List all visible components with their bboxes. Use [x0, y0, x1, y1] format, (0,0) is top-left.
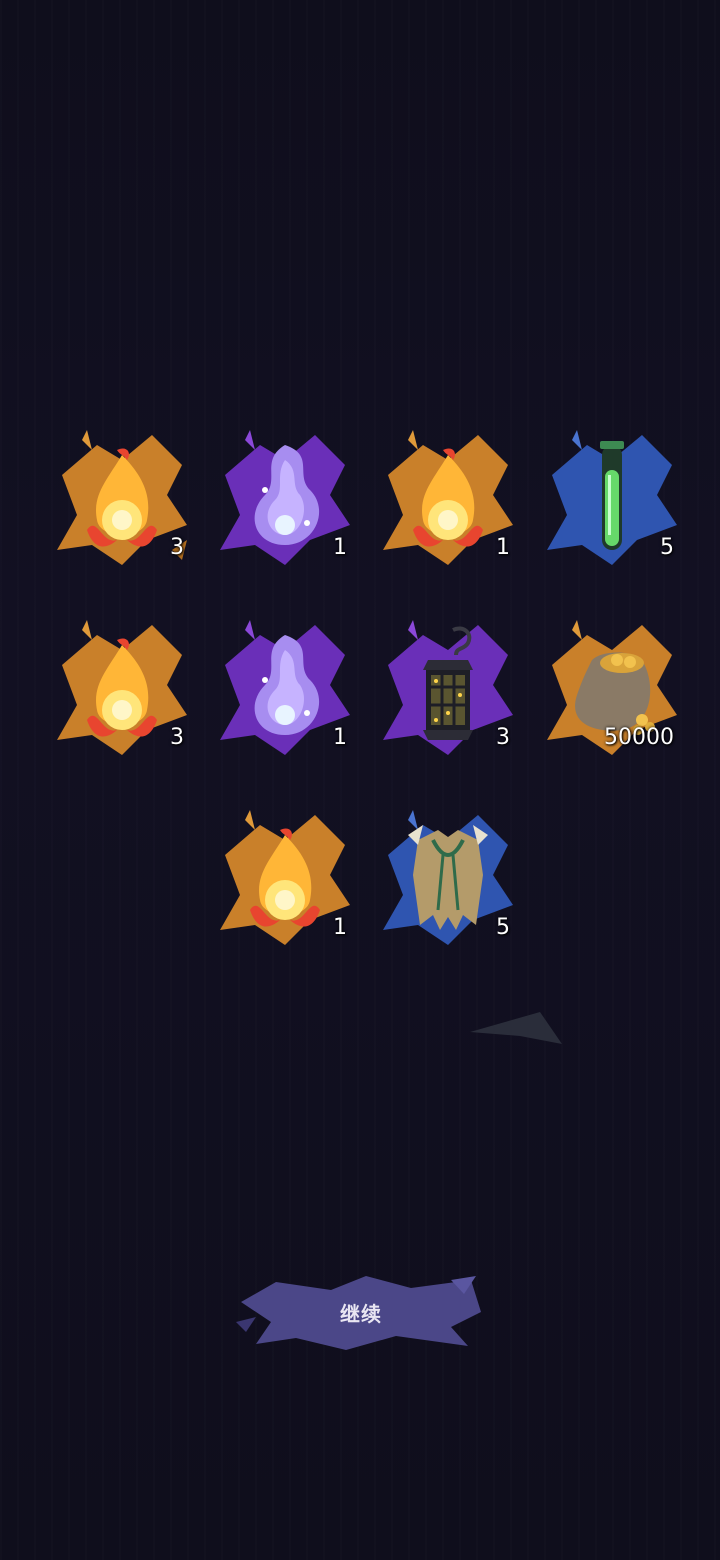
reward-count: 5: [660, 535, 674, 560]
reward-slot-tattered-cloak[interactable]: 5: [378, 805, 518, 945]
continue-button-label: 继续: [340, 1301, 382, 1326]
reward-count: 50000: [604, 725, 674, 750]
reward-slot-spirit-wisp[interactable]: 1: [215, 615, 355, 755]
fire-orb-icon: [87, 448, 157, 547]
reward-slot-fire-orb[interactable]: 1: [215, 805, 355, 945]
reward-count: 5: [496, 915, 510, 940]
tattered-cloak-icon: [408, 825, 488, 930]
reward-slot-spirit-wisp[interactable]: 1: [215, 425, 355, 565]
iron-lantern-icon: [423, 626, 473, 740]
continue-button[interactable]: 继续: [236, 1272, 486, 1352]
reward-grid: 3 1 1 5 3 1 3 50000 1 5: [0, 0, 720, 1000]
reward-count: 1: [333, 535, 347, 560]
fire-orb-icon: [87, 638, 157, 737]
reward-slot-fire-orb[interactable]: 3: [52, 425, 192, 565]
green-vial-icon: [600, 441, 624, 550]
reward-slot-fire-orb[interactable]: 1: [378, 425, 518, 565]
spirit-wisp-icon: [254, 445, 320, 545]
decorative-shard: [470, 1012, 562, 1044]
reward-slot-gold-coin-sack[interactable]: 50000: [542, 615, 682, 755]
reward-slot-fire-orb[interactable]: 3: [52, 615, 192, 755]
reward-slot-iron-lantern[interactable]: 3: [378, 615, 518, 755]
reward-count: 3: [170, 725, 184, 750]
reward-count: 1: [496, 535, 510, 560]
reward-slot-green-vial[interactable]: 5: [542, 425, 682, 565]
spirit-wisp-icon: [254, 635, 320, 735]
reward-count: 1: [333, 915, 347, 940]
fire-orb-icon: [250, 828, 320, 927]
reward-count: 1: [333, 725, 347, 750]
reward-count: 3: [496, 725, 510, 750]
fire-orb-icon: [413, 448, 483, 547]
reward-count: 3: [170, 535, 184, 560]
